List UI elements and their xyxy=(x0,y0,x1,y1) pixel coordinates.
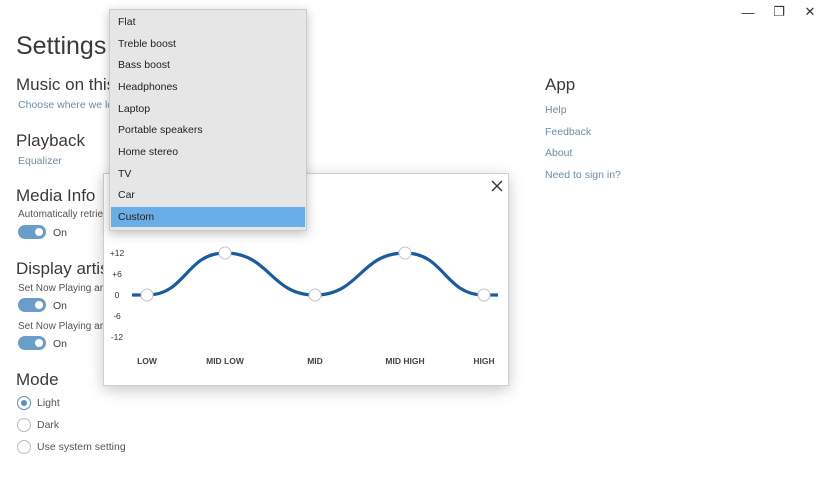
page-title: Settings xyxy=(16,32,107,60)
now-playing-artist-toggle-1[interactable] xyxy=(18,298,46,312)
band-handle-mid-high[interactable] xyxy=(398,246,412,260)
band-label-high: HIGH xyxy=(473,356,495,366)
media-info-toggle-label: On xyxy=(53,227,68,239)
band-handle-mid[interactable] xyxy=(308,288,322,302)
mode-dark-label: Dark xyxy=(37,419,60,431)
media-info-toggle[interactable] xyxy=(18,225,46,239)
band-label-mid-high: MID HIGH xyxy=(385,356,425,366)
preset-option-car[interactable]: Car xyxy=(111,185,305,205)
display-artist-section-title: Display artist xyxy=(16,259,114,278)
equalizer-preset-dropdown[interactable]: Flat Treble boost Bass boost Headphones … xyxy=(109,9,307,231)
app-section-title: App xyxy=(545,75,576,94)
preset-option-tv[interactable]: TV xyxy=(111,164,305,184)
band-label-mid: MID xyxy=(307,356,323,366)
media-info-section-title: Media Info xyxy=(16,186,96,205)
mode-dark-radio[interactable] xyxy=(17,418,31,432)
maximize-button[interactable]: ❐ xyxy=(764,0,794,24)
about-link[interactable]: About xyxy=(545,147,572,159)
mode-light-label: Light xyxy=(37,397,60,409)
preset-option-headphones[interactable]: Headphones xyxy=(111,77,305,97)
feedback-link[interactable]: Feedback xyxy=(545,126,591,138)
now-playing-artist-description-2: Set Now Playing artis xyxy=(18,321,114,332)
now-playing-artist-toggle-label-2: On xyxy=(53,338,68,350)
preset-option-treble-boost[interactable]: Treble boost xyxy=(111,34,305,54)
now-playing-artist-toggle-2[interactable] xyxy=(18,336,46,350)
band-handle-low[interactable] xyxy=(140,288,154,302)
mode-system-radio[interactable] xyxy=(17,440,31,454)
preset-option-custom[interactable]: Custom xyxy=(111,207,305,227)
band-label-mid-low: MID LOW xyxy=(206,356,244,366)
music-section-title: Music on this xyxy=(16,75,116,94)
media-info-description: Automatically retriev xyxy=(18,209,109,220)
mode-light-radio[interactable] xyxy=(17,396,31,410)
band-label-low: LOW xyxy=(137,356,157,366)
band-handle-high[interactable] xyxy=(477,288,491,302)
preset-option-flat[interactable]: Flat xyxy=(111,12,305,32)
preset-option-laptop[interactable]: Laptop xyxy=(111,99,305,119)
sign-in-link[interactable]: Need to sign in? xyxy=(545,169,621,181)
now-playing-artist-toggle-label-1: On xyxy=(53,300,68,312)
preset-option-home-stereo[interactable]: Home stereo xyxy=(111,142,305,162)
playback-section-title: Playback xyxy=(16,131,85,150)
close-window-button[interactable]: ✕ xyxy=(795,0,825,24)
band-handle-mid-low[interactable] xyxy=(218,246,232,260)
help-link[interactable]: Help xyxy=(545,104,567,116)
preset-option-bass-boost[interactable]: Bass boost xyxy=(111,55,305,75)
mode-system-label: Use system setting xyxy=(37,441,126,453)
equalizer-link[interactable]: Equalizer xyxy=(18,155,62,167)
preset-option-portable-speakers[interactable]: Portable speakers xyxy=(111,120,305,140)
mode-section-title: Mode xyxy=(16,370,59,389)
now-playing-artist-description-1: Set Now Playing artis xyxy=(18,283,114,294)
minimize-button[interactable]: — xyxy=(733,0,763,24)
